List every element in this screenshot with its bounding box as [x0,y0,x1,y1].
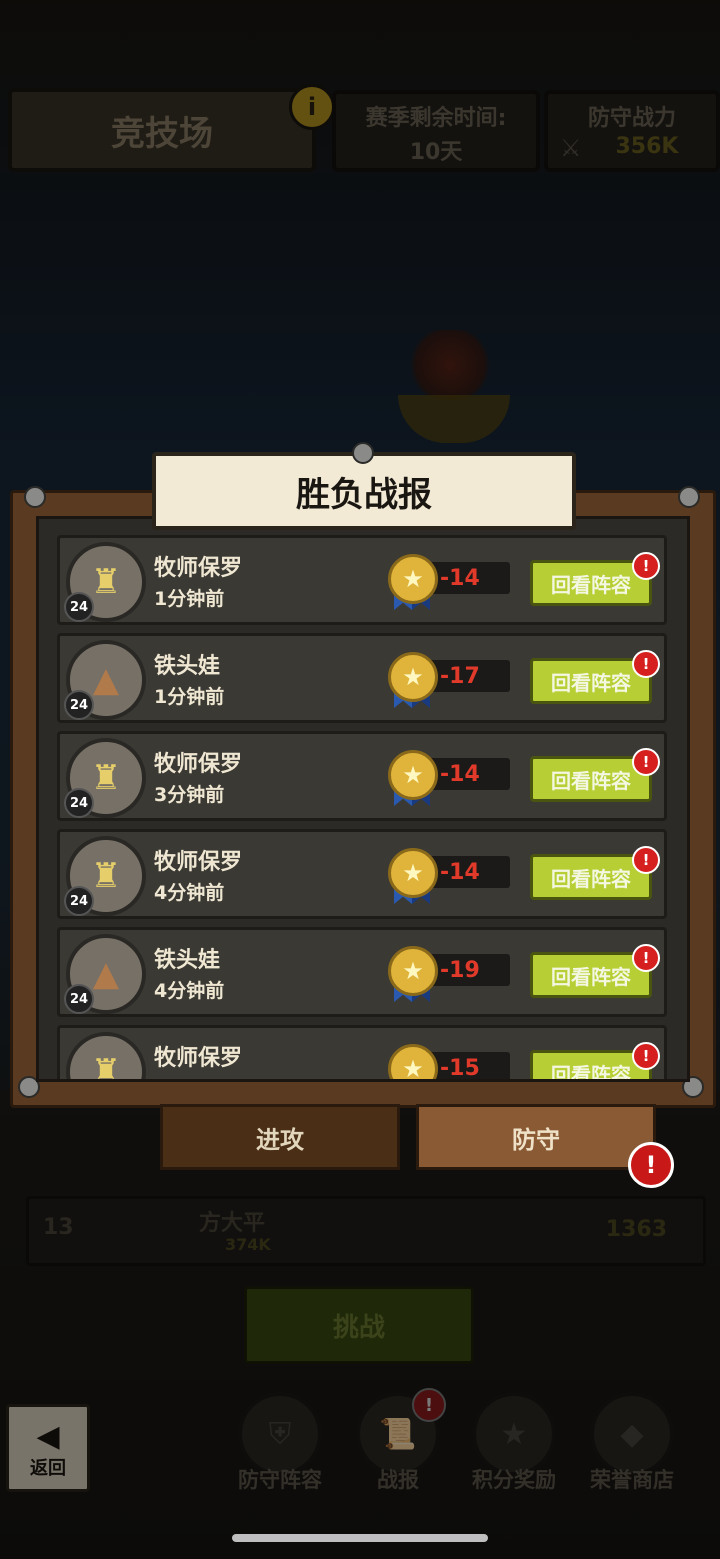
tab-attack[interactable]: 进攻 [160,1104,400,1170]
nail-icon [24,486,46,508]
report-row: ♜ 24 牧师保罗 1分钟前 -14 ★ 回看阵容 ! [57,535,667,625]
opponent-name: 牧师保罗 [154,752,243,777]
nail-icon [678,486,700,508]
level-badge: 24 [64,886,94,916]
medal-icon: ★ [388,554,438,604]
alert-icon: ! [632,748,660,776]
level-badge: 24 [64,690,94,720]
hero-avatar: ♜ [66,1032,146,1082]
score-change: -19 [440,958,480,983]
battle-time: 3分钟前 [154,784,225,806]
alert-icon: ! [632,552,660,580]
medal-icon: ★ [388,946,438,996]
report-row: ♜ 24 牧师保罗 3分钟前 -14 ★ 回看阵容 ! [57,731,667,821]
medal-icon: ★ [388,848,438,898]
battle-time: 4分钟前 [154,882,225,904]
score-change: -15 [440,1056,480,1081]
report-row: ♜ 24 牧师保罗 -15 ★ 回看阵容 ! [57,1025,667,1082]
opponent-name: 牧师保罗 [154,850,243,875]
monk-hood-icon: ▲ [92,954,120,994]
monk-hood-icon: ▲ [92,660,120,700]
level-badge: 24 [64,788,94,818]
alert-icon: ! [632,846,660,874]
alert-icon: ! [632,1042,660,1070]
paladin-helmet-icon: ♜ [90,856,122,896]
opponent-name: 牧师保罗 [154,1046,243,1071]
battle-time: 4分钟前 [154,980,225,1002]
home-indicator[interactable] [232,1534,488,1542]
score-change: -14 [440,860,480,885]
medal-icon: ★ [388,1044,438,1079]
report-row: ▲ 24 铁头娃 1分钟前 -17 ★ 回看阵容 ! [57,633,667,723]
tab-defense[interactable]: 防守 [416,1104,656,1170]
score-change: -14 [440,566,480,591]
paladin-helmet-icon: ♜ [90,562,122,602]
opponent-name: 铁头娃 [154,654,221,679]
alert-icon: ! [632,650,660,678]
level-badge: 24 [64,592,94,622]
paladin-helmet-icon: ♜ [90,758,122,798]
opponent-name: 牧师保罗 [154,556,243,581]
score-change: -17 [440,664,480,689]
medal-icon: ★ [388,652,438,702]
battle-time: 1分钟前 [154,686,225,708]
score-change: -14 [440,762,480,787]
paladin-helmet-icon: ♜ [90,1052,122,1082]
alert-icon: ! [632,944,660,972]
battle-time: 1分钟前 [154,588,225,610]
nail-icon [352,442,374,464]
report-row: ♜ 24 牧师保罗 4分钟前 -14 ★ 回看阵容 ! [57,829,667,919]
report-row: ▲ 24 铁头娃 4分钟前 -19 ★ 回看阵容 ! [57,927,667,1017]
medal-icon: ★ [388,750,438,800]
tab-alert-icon: ! [628,1142,674,1188]
level-badge: 24 [64,984,94,1014]
opponent-name: 铁头娃 [154,948,221,973]
report-list[interactable]: ♜ 24 牧师保罗 1分钟前 -14 ★ 回看阵容 ! ▲ 24 铁头娃 1分钟… [36,516,690,1082]
